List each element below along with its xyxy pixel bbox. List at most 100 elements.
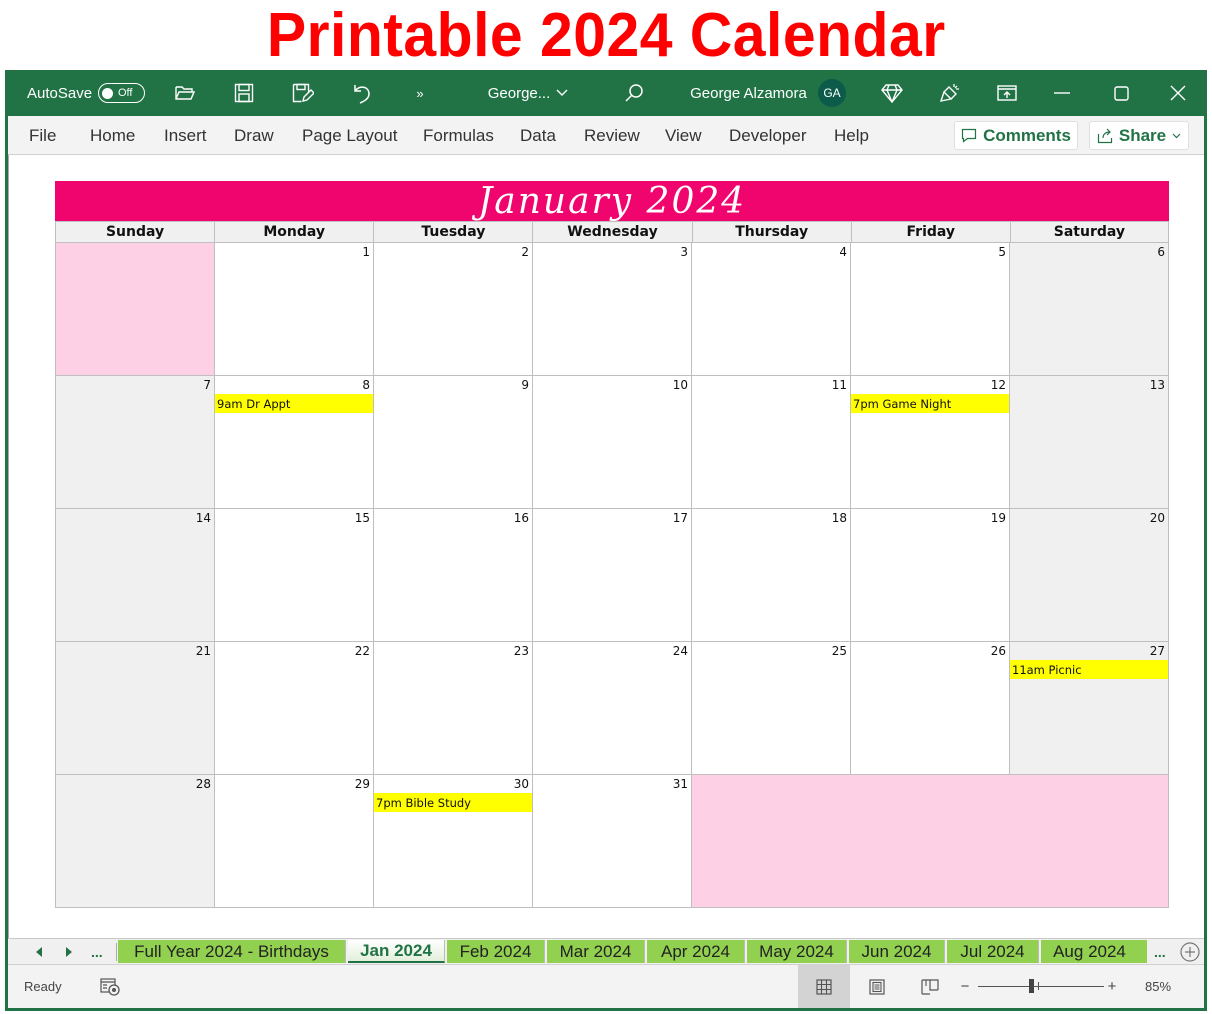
calendar-day-18[interactable]: 18 bbox=[691, 508, 850, 641]
page-layout-view-icon[interactable] bbox=[863, 965, 891, 1008]
sheet-tab-jan-2024[interactable]: Jan 2024 bbox=[348, 940, 445, 963]
calendar-day-3[interactable]: 3 bbox=[532, 242, 691, 375]
premium-diamond-icon[interactable] bbox=[878, 70, 906, 116]
day-number: 10 bbox=[672, 378, 688, 392]
calendar-day-13[interactable]: 13 bbox=[1009, 375, 1168, 508]
tab-home[interactable]: Home bbox=[90, 116, 135, 155]
calendar-day-27[interactable]: 27 11am Picnic bbox=[1009, 641, 1168, 774]
calendar-day-24[interactable]: 24 bbox=[532, 641, 691, 774]
calendar-day-26[interactable]: 26 bbox=[850, 641, 1009, 774]
calendar-day-1[interactable]: 1 bbox=[214, 242, 373, 375]
calendar-day-2[interactable]: 2 bbox=[373, 242, 532, 375]
document-name-dropdown[interactable]: George... bbox=[483, 70, 573, 116]
undo-icon[interactable] bbox=[348, 70, 376, 116]
save-icon[interactable] bbox=[230, 70, 258, 116]
minimize-icon[interactable] bbox=[1048, 70, 1076, 116]
normal-view-icon[interactable] bbox=[798, 965, 850, 1008]
sheet-tab-partial[interactable] bbox=[1133, 940, 1147, 963]
day-number: 26 bbox=[990, 644, 1006, 658]
tab-view[interactable]: View bbox=[665, 116, 702, 155]
day-number: 12 bbox=[990, 378, 1006, 392]
tab-data[interactable]: Data bbox=[520, 116, 556, 155]
sheet-tab-aug-2024[interactable]: Aug 2024 bbox=[1041, 940, 1139, 963]
sheet-tab-may-2024[interactable]: May 2024 bbox=[747, 940, 847, 963]
zoom-level[interactable]: 85% bbox=[1138, 965, 1178, 1008]
calendar-day-6[interactable]: 6 bbox=[1009, 242, 1168, 375]
calendar-blank-cell[interactable] bbox=[55, 242, 214, 375]
next-sheet-icon[interactable] bbox=[65, 939, 77, 965]
sheet-tab-feb-2024[interactable]: Feb 2024 bbox=[447, 940, 545, 963]
calendar-day-8[interactable]: 8 9am Dr Appt bbox=[214, 375, 373, 508]
calendar-day-10[interactable]: 10 bbox=[532, 375, 691, 508]
calendar-day-20[interactable]: 20 bbox=[1009, 508, 1168, 641]
calendar-day-29[interactable]: 29 bbox=[214, 774, 373, 907]
calendar-day-31[interactable]: 31 bbox=[532, 774, 691, 907]
sheet-tab-apr-2024[interactable]: Apr 2024 bbox=[647, 940, 745, 963]
open-icon[interactable] bbox=[171, 70, 199, 116]
maximize-icon[interactable] bbox=[1107, 70, 1135, 116]
day-number: 11 bbox=[831, 378, 847, 392]
calendar: January 2024 Sunday Monday Tuesday Wedne… bbox=[55, 181, 1169, 908]
comments-button[interactable]: Comments bbox=[954, 121, 1078, 150]
calendar-day-30[interactable]: 30 7pm Bible Study bbox=[373, 774, 532, 907]
user-avatar-button[interactable]: GA bbox=[816, 70, 848, 116]
zoom-out-button[interactable]: − bbox=[958, 965, 972, 1008]
day-number: 8 bbox=[362, 378, 370, 392]
calendar-day-25[interactable]: 25 bbox=[691, 641, 850, 774]
save-as-icon[interactable] bbox=[289, 70, 317, 116]
calendar-title: January 2024 bbox=[55, 181, 1169, 222]
ribbon-display-icon[interactable] bbox=[993, 70, 1021, 116]
feedback-icon[interactable] bbox=[936, 70, 964, 116]
tab-page-layout[interactable]: Page Layout bbox=[302, 116, 397, 155]
calendar-day-22[interactable]: 22 bbox=[214, 641, 373, 774]
calendar-day-23[interactable]: 23 bbox=[373, 641, 532, 774]
calendar-day-21[interactable]: 21 bbox=[55, 641, 214, 774]
tab-review[interactable]: Review bbox=[584, 116, 640, 155]
calendar-event[interactable]: 9am Dr Appt bbox=[215, 394, 373, 413]
more-sheets-left[interactable]: ... bbox=[91, 939, 111, 965]
add-sheet-icon[interactable] bbox=[1180, 939, 1202, 965]
sheet-tab-full-year-2024-birthdays[interactable]: Full Year 2024 - Birthdays bbox=[118, 940, 346, 963]
calendar-day-9[interactable]: 9 bbox=[373, 375, 532, 508]
calendar-event[interactable]: 7pm Bible Study bbox=[374, 793, 532, 812]
status-bar: Ready − + 85% bbox=[8, 965, 1204, 1008]
more-sheets-right[interactable]: ... bbox=[1154, 939, 1174, 965]
page-break-preview-icon[interactable] bbox=[916, 965, 944, 1008]
prev-sheet-icon[interactable] bbox=[36, 939, 48, 965]
tab-help[interactable]: Help bbox=[834, 116, 869, 155]
calendar-day-4[interactable]: 4 bbox=[691, 242, 850, 375]
autosave-toggle[interactable]: Off bbox=[98, 83, 145, 103]
tab-developer[interactable]: Developer bbox=[729, 116, 807, 155]
tab-draw[interactable]: Draw bbox=[234, 116, 274, 155]
tab-file[interactable]: File bbox=[29, 116, 56, 155]
tab-insert[interactable]: Insert bbox=[164, 116, 207, 155]
sheet-tab-jul-2024[interactable]: Jul 2024 bbox=[947, 940, 1039, 963]
search-icon[interactable] bbox=[620, 70, 648, 116]
calendar-day-12[interactable]: 12 7pm Game Night bbox=[850, 375, 1009, 508]
day-number: 7 bbox=[203, 378, 211, 392]
close-icon[interactable] bbox=[1164, 70, 1192, 116]
calendar-day-14[interactable]: 14 bbox=[55, 508, 214, 641]
accessibility-check-icon[interactable] bbox=[98, 965, 122, 1008]
zoom-slider[interactable] bbox=[978, 986, 1104, 987]
calendar-day-11[interactable]: 11 bbox=[691, 375, 850, 508]
sheet-tab-mar-2024[interactable]: Mar 2024 bbox=[547, 940, 645, 963]
calendar-day-17[interactable]: 17 bbox=[532, 508, 691, 641]
calendar-day-15[interactable]: 15 bbox=[214, 508, 373, 641]
tab-formulas[interactable]: Formulas bbox=[423, 116, 494, 155]
calendar-day-16[interactable]: 16 bbox=[373, 508, 532, 641]
zoom-in-button[interactable]: + bbox=[1105, 965, 1119, 1008]
calendar-blank-cell[interactable] bbox=[691, 774, 1168, 907]
zoom-slider-thumb[interactable] bbox=[1028, 979, 1034, 993]
calendar-day-28[interactable]: 28 bbox=[55, 774, 214, 907]
calendar-event[interactable]: 11am Picnic bbox=[1010, 660, 1168, 679]
calendar-day-19[interactable]: 19 bbox=[850, 508, 1009, 641]
calendar-day-7[interactable]: 7 bbox=[55, 375, 214, 508]
sheet-tab-jun-2024[interactable]: Jun 2024 bbox=[849, 940, 945, 963]
calendar-day-5[interactable]: 5 bbox=[850, 242, 1009, 375]
worksheet-area[interactable]: January 2024 Sunday Monday Tuesday Wedne… bbox=[8, 155, 1204, 938]
share-button[interactable]: Share bbox=[1089, 121, 1189, 150]
day-number: 15 bbox=[354, 511, 370, 525]
calendar-event[interactable]: 7pm Game Night bbox=[851, 394, 1009, 413]
more-commands-icon[interactable]: » bbox=[410, 70, 430, 116]
